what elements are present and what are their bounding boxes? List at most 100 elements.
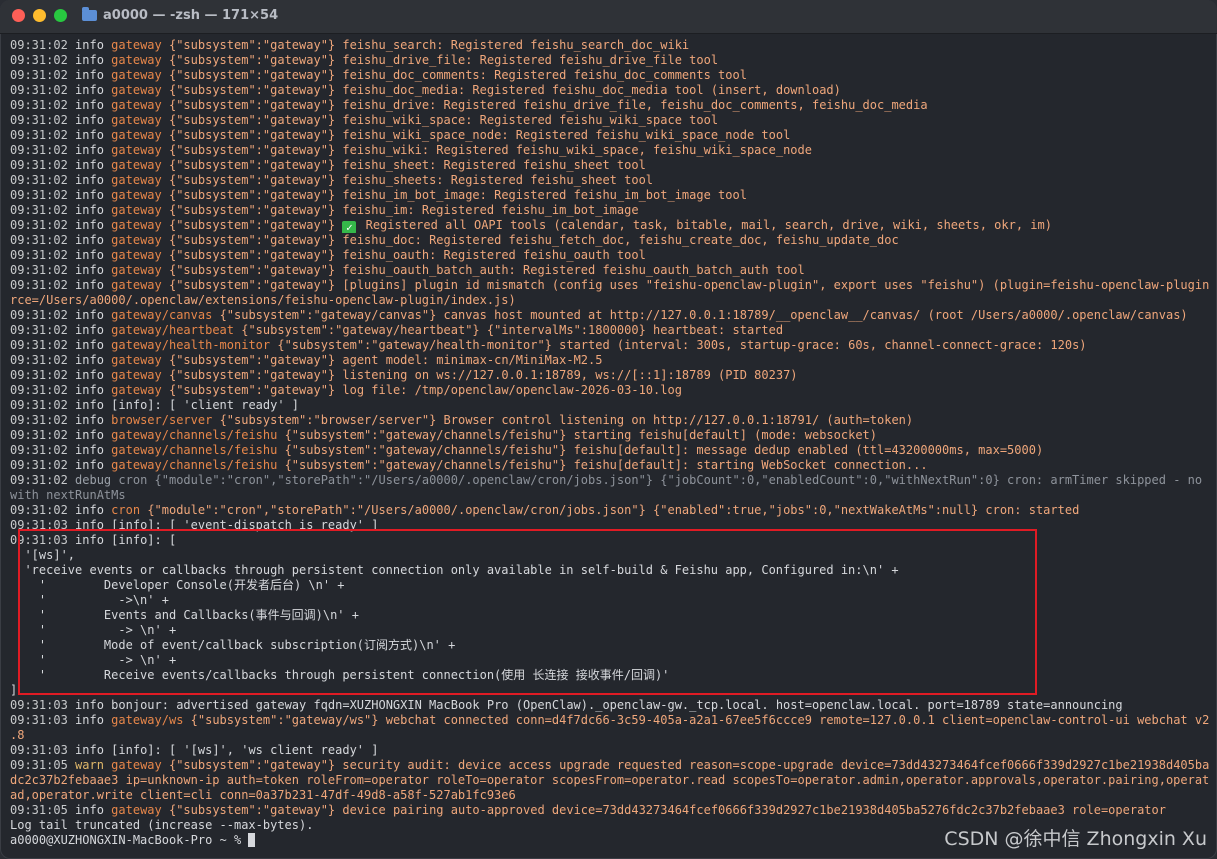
log-timestamp: 09:31:02 [10,353,68,367]
log-timestamp: 09:31:02 [10,218,68,232]
log-subsystem: gateway [111,233,162,247]
log-timestamp: 09:31:02 [10,383,68,397]
log-message: {"subsystem":"gateway"} security audit: … [168,758,1210,772]
log-continuation: .8 [10,728,25,742]
log-level: info [75,503,104,517]
log-timestamp: 09:31:02 [10,38,68,52]
log-continuation: 'receive events or callbacks through per… [10,563,899,577]
minimize-button[interactable] [33,9,46,22]
log-line: 09:31:02 info browser/server {"subsystem… [10,413,1210,428]
log-line: 09:31:03 info gateway/ws {"subsystem":"g… [10,713,1210,728]
log-timestamp: 09:31:03 [10,518,68,532]
log-line: 09:31:03 info bonjour: advertised gatewa… [10,698,1210,713]
log-level: info [75,383,104,397]
log-timestamp: 09:31:02 [10,413,68,427]
log-subsystem: gateway [111,158,162,172]
log-level: info [75,248,104,262]
log-line: 'receive events or callbacks through per… [10,563,1210,578]
log-level: info [75,38,104,52]
log-message: {"subsystem":"gateway"} [plugins] plugin… [168,278,1210,292]
log-line: .8 [10,728,1210,743]
log-subsystem: gateway [111,248,162,262]
log-line: ad,operator.write client=cli conn=0a37b2… [10,788,1210,803]
log-level: info [75,98,104,112]
log-message: {"module":"cron","storePath":"/Users/a00… [147,503,1080,517]
log-level: info [75,128,104,142]
log-level: info [75,713,104,727]
log-line: ] [10,683,1210,698]
log-timestamp: 09:31:02 [10,428,68,442]
log-timestamp: 09:31:05 [10,758,68,772]
log-line: 09:31:02 info gateway/heartbeat {"subsys… [10,323,1210,338]
log-line: 09:31:03 info [info]: [ [10,533,1210,548]
close-button[interactable] [12,9,25,22]
log-continuation: ' Developer Console(开发者后台) \n' + [10,578,345,592]
log-subsystem: gateway [111,173,162,187]
log-subsystem: gateway/heartbeat [111,323,234,337]
log-subsystem: gateway [111,368,162,382]
log-subsystem: gateway/ws [111,713,184,727]
checkmark-icon: ✓ [342,221,357,233]
log-continuation: rce=/Users/a0000/.openclaw/extensions/fe… [10,293,516,307]
log-timestamp: 09:31:02 [10,338,68,352]
log-subsystem: gateway [111,128,162,142]
log-continuation: ] [10,683,18,697]
log-message: {"subsystem":"gateway/channels/feishu"} … [284,428,877,442]
log-message: {"subsystem":"gateway"} feishu_sheet: Re… [168,158,646,172]
log-level: info [75,368,104,382]
log-subsystem: gateway/channels/feishu [111,428,278,442]
log-message: [info]: [ '[ws]', 'ws client ready' ] [111,743,379,757]
log-line: 09:31:02 info gateway {"subsystem":"gate… [10,113,1210,128]
window-title: a0000 — -zsh — 171×54 [82,7,278,23]
log-line: 09:31:02 info gateway {"subsystem":"gate… [10,53,1210,68]
log-line: ' Events and Callbacks(事件与回调)\n' + [10,608,1210,623]
log-line: 09:31:02 info gateway {"subsystem":"gate… [10,98,1210,113]
log-message: {"subsystem":"gateway"} feishu_doc_comme… [168,68,747,82]
log-continuation: ' Events and Callbacks(事件与回调)\n' + [10,608,359,622]
log-message: {"subsystem":"gateway/health-monitor"} s… [277,338,1087,352]
log-line: dc2c37b2febaae3 ip=unknown-ip auth=token… [10,773,1210,788]
log-message: {"subsystem":"gateway/canvas"} canvas ho… [219,308,1188,322]
log-level: info [75,218,104,232]
terminal-output[interactable]: 09:31:02 info gateway {"subsystem":"gate… [10,38,1210,850]
log-message: {"subsystem":"gateway"} feishu_sheets: R… [168,173,654,187]
log-line: '[ws]', [10,548,1210,563]
log-line: 09:31:02 info gateway {"subsystem":"gate… [10,68,1210,83]
log-message: {"subsystem":"gateway"} feishu_im: Regis… [168,203,639,217]
log-continuation: dc2c37b2febaae3 ip=unknown-ip auth=token… [10,773,1210,787]
log-line: 09:31:02 info gateway {"subsystem":"gate… [10,128,1210,143]
log-timestamp: 09:31:02 [10,263,68,277]
cursor [248,833,256,847]
log-subsystem: cron [111,503,141,517]
log-continuation: ' Mode of event/callback subscription(订阅… [10,638,456,652]
log-level: info [75,458,104,472]
log-level: info [75,113,104,127]
log-line: 09:31:02 info gateway/health-monitor {"s… [10,338,1210,353]
log-timestamp: 09:31:02 [10,233,68,247]
log-continuation: ' -> \n' + [10,653,177,667]
log-message: bonjour: advertised gateway fqdn=XUZHONG… [111,698,1123,712]
log-subsystem: gateway/canvas [111,308,213,322]
log-level: info [75,743,104,757]
log-message: {"subsystem":"gateway"} feishu_search: R… [168,38,690,52]
log-message: [info]: [ [111,533,177,547]
log-line: ' Receive events/callbacks through persi… [10,668,1210,683]
log-message: {"subsystem":"gateway"} feishu_doc: Regi… [168,233,899,247]
log-timestamp: 09:31:03 [10,533,68,547]
log-line: ' -> \n' + [10,653,1210,668]
log-line: 09:31:02 info gateway {"subsystem":"gate… [10,38,1210,53]
log-timestamp: 09:31:02 [10,248,68,262]
log-line: 09:31:02 info gateway {"subsystem":"gate… [10,188,1210,203]
zoom-button[interactable] [54,9,67,22]
log-level: info [75,308,104,322]
log-timestamp: 09:31:02 [10,173,68,187]
log-message: {"subsystem":"browser/server"} Browser c… [219,413,914,427]
log-line: 09:31:02 info gateway {"subsystem":"gate… [10,218,1210,233]
log-level: info [75,518,104,532]
log-continuation: ad,operator.write client=cli conn=0a37b2… [10,788,516,802]
log-line: ' Developer Console(开发者后台) \n' + [10,578,1210,593]
log-level: info [75,143,104,157]
log-line: 09:31:02 info [info]: [ 'client ready' ] [10,398,1210,413]
log-line: 09:31:03 info [info]: [ '[ws]', 'ws clie… [10,743,1210,758]
log-timestamp: 09:31:02 [10,53,68,67]
